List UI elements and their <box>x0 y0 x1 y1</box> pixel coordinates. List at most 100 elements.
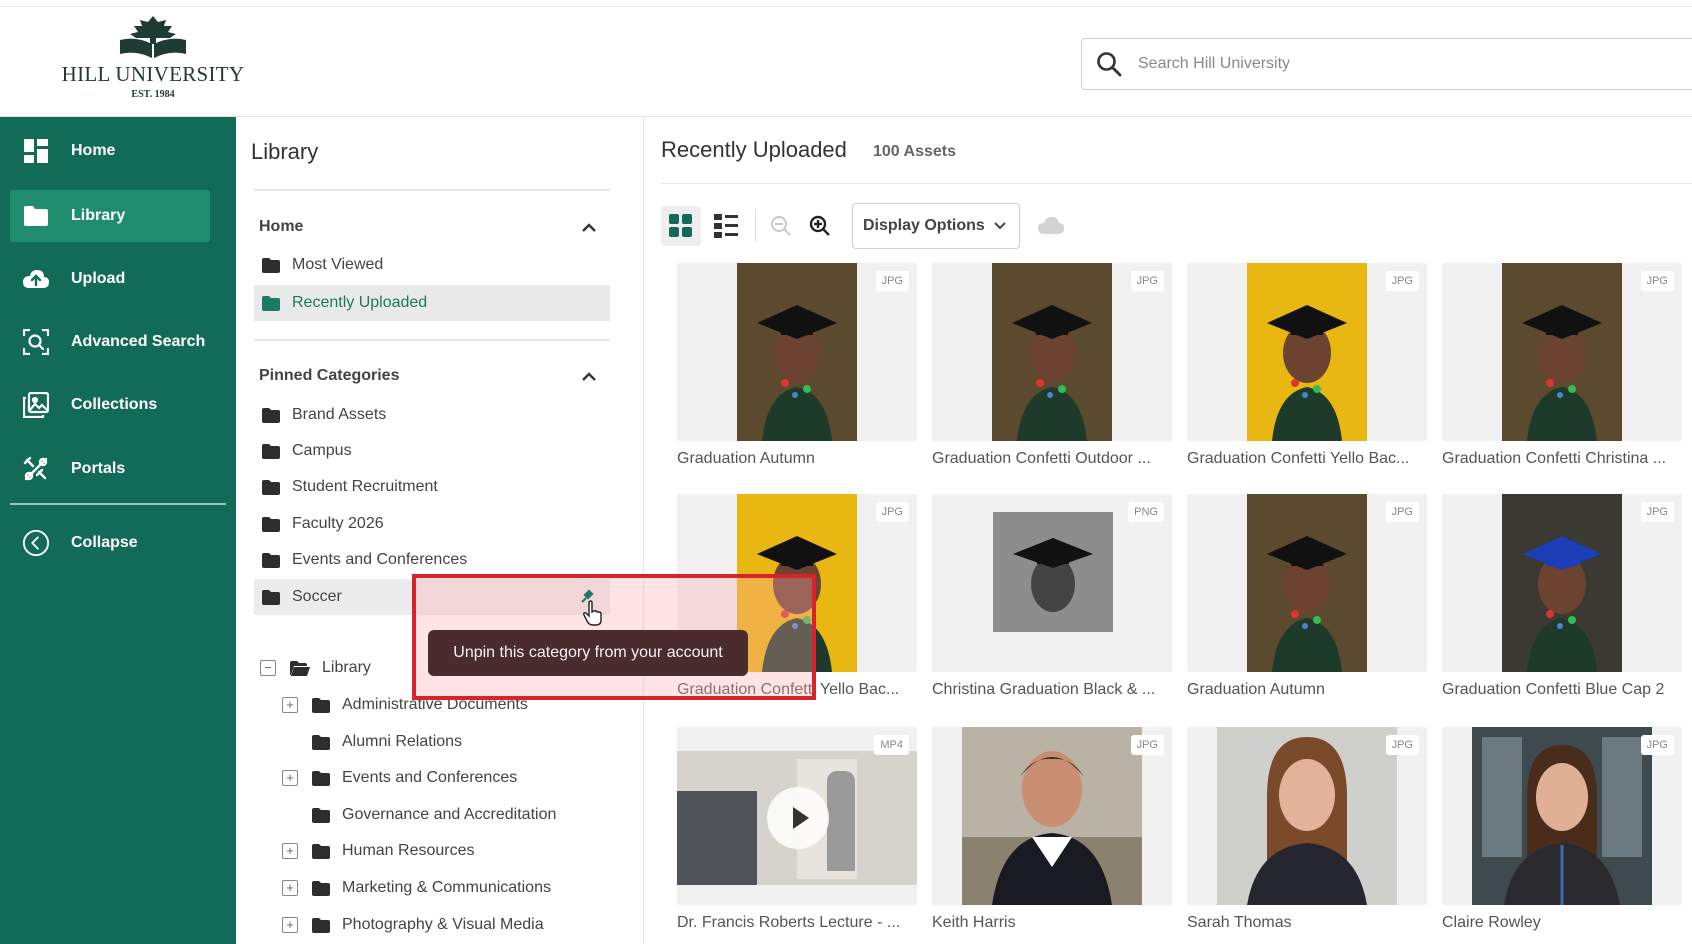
home-item-recently-uploaded[interactable]: Recently Uploaded <box>254 285 610 321</box>
asset-card[interactable]: JPG Graduation Autumn <box>1187 494 1427 699</box>
asset-thumbnail-graduation-autumn[interactable]: JPG <box>677 263 917 441</box>
asset-card[interactable]: JPG Graduation Confetti Blue Cap 2 <box>1442 494 1682 699</box>
page-title: Recently Uploaded <box>661 137 847 162</box>
pinned-item-brand-assets[interactable]: Brand Assets <box>254 397 610 433</box>
asset-title[interactable]: Keith Harris <box>932 914 1172 932</box>
asset-thumbnail-claire-rowley[interactable]: JPG <box>1442 727 1682 905</box>
folder-icon <box>312 807 330 823</box>
tree-item-governance-and-accreditation[interactable]: Governance and Accreditation <box>312 797 612 833</box>
zoom-in-button[interactable] <box>800 206 840 246</box>
asset-card[interactable]: JPG Sarah Thomas <box>1187 727 1427 932</box>
asset-thumbnail-keith-harris[interactable]: JPG <box>932 727 1172 905</box>
expand-toggle-icon[interactable]: + <box>282 697 298 713</box>
asset-thumbnail-lecture-video[interactable]: MP4 <box>677 727 917 905</box>
sidebar-item-home[interactable]: Home <box>10 125 210 177</box>
pinned-item-student-recruitment[interactable]: Student Recruitment <box>254 469 610 505</box>
asset-title[interactable]: Graduation Autumn <box>1187 681 1427 699</box>
pinned-section-header[interactable]: Pinned Categories <box>259 367 399 385</box>
portals-icon <box>22 455 50 483</box>
asset-thumbnail-sarah-thomas[interactable]: JPG <box>1187 727 1427 905</box>
expand-toggle-icon[interactable]: + <box>282 917 298 933</box>
file-type-badge: JPG <box>875 502 909 522</box>
library-panel: Library Home Most Viewed Recently Upload… <box>236 117 644 944</box>
asset-card[interactable]: PNG Christina Graduation Black & ... <box>932 494 1172 699</box>
tree-item-photography-visual-media[interactable]: Photography & Visual Media <box>312 907 612 943</box>
cloud-download-button[interactable] <box>1031 206 1071 246</box>
search-icon[interactable] <box>1096 51 1122 77</box>
asset-thumbnail-graduation-autumn-2[interactable]: JPG <box>1187 494 1427 672</box>
asset-card[interactable]: MP4 Dr. Francis Roberts Lecture - ... <box>677 727 917 932</box>
display-options-dropdown[interactable]: Display Options <box>852 203 1020 249</box>
chevron-up-icon[interactable] <box>581 221 597 233</box>
sidebar-item-portals[interactable]: Portals <box>10 443 210 495</box>
tree-item-label: Alumni Relations <box>342 733 463 750</box>
asset-title[interactable]: Christina Graduation Black & ... <box>932 681 1172 699</box>
asset-card[interactable]: JPG Graduation Confetti Yello Bac... <box>1187 263 1427 468</box>
tree-item-events-and-conferences[interactable]: Events and Conferences <box>312 760 612 796</box>
pinned-item-events-and-conferences[interactable]: Events and Conferences <box>254 542 610 578</box>
tree-item-marketing-communications[interactable]: Marketing & Communications <box>312 870 612 906</box>
expand-toggle-icon[interactable]: + <box>282 843 298 859</box>
tree-item-label: Most Viewed <box>292 256 384 273</box>
asset-thumbnail-graduation-confetti-yellow[interactable]: JPG <box>1187 263 1427 441</box>
play-icon[interactable] <box>767 787 829 849</box>
tree-item-human-resources[interactable]: Human Resources <box>312 833 612 869</box>
divider <box>254 339 610 341</box>
asset-title[interactable]: Dr. Francis Roberts Lecture - ... <box>677 914 917 932</box>
asset-card[interactable]: JPG Graduation Confetti Christina ... <box>1442 263 1682 468</box>
main-content: Recently Uploaded 100 Assets Display Opt… <box>645 117 1692 944</box>
tree-item-label: Brand Assets <box>292 406 387 423</box>
tree-item-label: Library <box>322 659 371 676</box>
cloud-icon <box>1038 217 1064 234</box>
asset-card[interactable]: JPG Graduation Autumn <box>677 263 917 468</box>
top-header: HILL UNIVERSITY EST. 1984 <box>0 0 1692 117</box>
collapse-toggle-icon[interactable]: − <box>260 660 276 676</box>
asset-card[interactable]: JPG Graduation Confetti Outdoor ... <box>932 263 1172 468</box>
folder-icon <box>262 407 280 423</box>
asset-thumbnail-graduation-confetti-blue-cap[interactable]: JPG <box>1442 494 1682 672</box>
file-type-badge: JPG <box>1385 271 1419 291</box>
unpin-tooltip: Unpin this category from your account <box>428 630 748 676</box>
grid-view-button[interactable] <box>661 206 701 246</box>
file-type-badge: JPG <box>1640 271 1674 291</box>
header-divider <box>0 6 1692 7</box>
asset-thumbnail-graduation-confetti-outdoor[interactable]: JPG <box>932 263 1172 441</box>
asset-thumbnail-christina-graduation-bw[interactable]: PNG <box>932 494 1172 672</box>
sidebar-item-library[interactable]: Library <box>10 190 210 242</box>
expand-toggle-icon[interactable]: + <box>282 770 298 786</box>
folder-icon <box>262 552 280 568</box>
asset-title[interactable]: Graduation Confetti Yello Bac... <box>1187 450 1427 468</box>
folder-icon <box>262 257 280 273</box>
asset-title[interactable]: Graduation Confetti Christina ... <box>1442 450 1682 468</box>
tree-item-label: Student Recruitment <box>292 478 438 495</box>
zoom-in-icon <box>809 215 830 236</box>
sidebar-collapse-button[interactable]: Collapse <box>10 517 210 569</box>
pinned-item-faculty-2026[interactable]: Faculty 2026 <box>254 506 610 542</box>
sidebar-item-collections[interactable]: Collections <box>10 379 210 431</box>
university-logo[interactable]: HILL UNIVERSITY EST. 1984 <box>58 14 248 110</box>
asset-title[interactable]: Claire Rowley <box>1442 914 1682 932</box>
asset-title[interactable]: Graduation Autumn <box>677 450 917 468</box>
pinned-item-campus[interactable]: Campus <box>254 433 610 469</box>
global-search[interactable] <box>1081 38 1692 90</box>
asset-title[interactable]: Graduation Confetti Blue Cap 2 <box>1442 681 1682 699</box>
chevron-up-icon[interactable] <box>581 370 597 382</box>
asset-title[interactable]: Sarah Thomas <box>1187 914 1427 932</box>
file-type-badge: JPG <box>875 271 909 291</box>
tree-item-label: Recently Uploaded <box>292 294 428 311</box>
sidebar-item-advanced-search[interactable]: Advanced Search <box>10 316 210 368</box>
sidebar-item-upload[interactable]: Upload <box>10 253 210 305</box>
asset-thumbnail-graduation-confetti-christina[interactable]: JPG <box>1442 263 1682 441</box>
expand-toggle-icon[interactable]: + <box>282 880 298 896</box>
tree-item-label: Marketing & Communications <box>342 879 551 896</box>
asset-title[interactable]: Graduation Confetti Outdoor ... <box>932 450 1172 468</box>
home-item-most-viewed[interactable]: Most Viewed <box>254 247 610 283</box>
list-view-button[interactable] <box>706 206 746 246</box>
asset-card[interactable]: JPG Claire Rowley <box>1442 727 1682 932</box>
asset-card[interactable]: JPG Keith Harris <box>932 727 1172 932</box>
zoom-out-button[interactable] <box>761 206 801 246</box>
search-input[interactable] <box>1138 51 1678 77</box>
zoom-out-icon <box>771 216 791 236</box>
home-section-header[interactable]: Home <box>259 218 303 236</box>
tree-item-alumni-relations[interactable]: Alumni Relations <box>312 724 612 760</box>
